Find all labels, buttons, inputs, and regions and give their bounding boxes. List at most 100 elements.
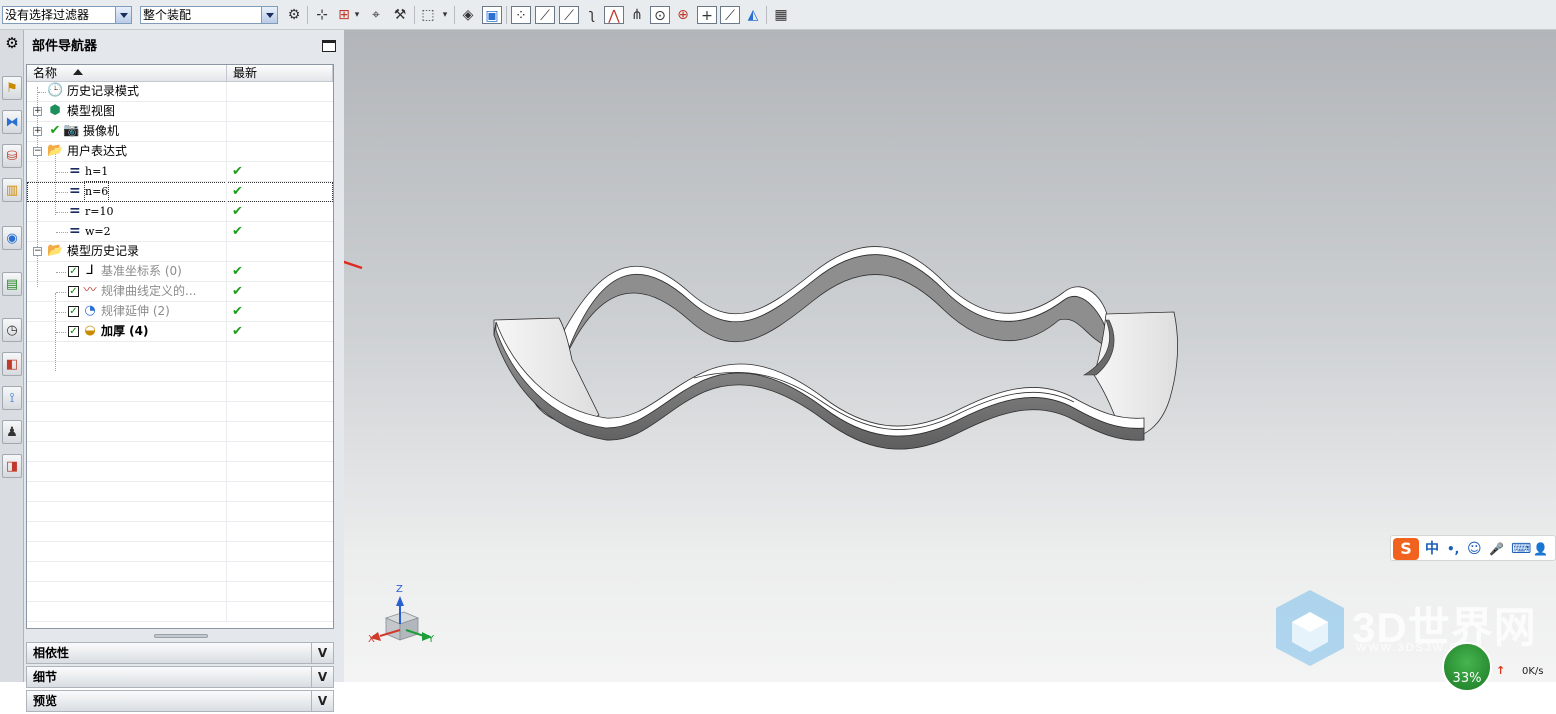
chevron-down-icon[interactable]: V: [311, 643, 333, 663]
mid-point-icon[interactable]: ⟋: [559, 6, 579, 24]
assembly-filter-icon[interactable]: ⚙: [284, 6, 304, 24]
selection-filter-dropdown[interactable]: 没有选择过滤器: [2, 6, 132, 24]
model-views-icon: ⬢: [49, 103, 61, 118]
select-body-icon[interactable]: ⚒: [390, 6, 410, 24]
upload-arrow-icon: ↑: [1496, 664, 1506, 677]
selection-scope-dropdown[interactable]: 整个装配: [140, 6, 278, 24]
emoji-icon[interactable]: ☺: [1467, 539, 1482, 559]
quadrant-point-icon[interactable]: ⊕: [673, 6, 693, 24]
panel-splitter[interactable]: [154, 634, 208, 638]
feature-checkbox[interactable]: ✓: [68, 326, 79, 337]
tree-row[interactable]: − 📂 模型历史记录: [27, 242, 333, 262]
part-navigator-icon[interactable]: ⛁: [2, 144, 22, 168]
tree-row-label: 用户表达式: [67, 144, 128, 158]
system-materials-icon[interactable]: ◧: [2, 352, 22, 376]
point-on-surface-icon[interactable]: ◭: [743, 6, 763, 24]
details-section[interactable]: 细节 V: [26, 666, 334, 688]
tree-row[interactable]: 🕒 历史记录模式: [27, 82, 333, 102]
ime-language-toggle[interactable]: 中: [1425, 539, 1439, 559]
shaded-view-icon[interactable]: ◈: [458, 6, 478, 24]
tree-row[interactable]: + ⬢ 模型视图: [27, 102, 333, 122]
empty-row: [27, 582, 333, 602]
tree-row[interactable]: = h=1 ✔: [27, 162, 333, 182]
chevron-down-icon[interactable]: [115, 7, 131, 23]
tree-row-label: n=6: [83, 181, 110, 202]
point-on-curve-icon[interactable]: ⟋: [720, 6, 740, 24]
reuse-library-icon[interactable]: ▥: [2, 178, 22, 202]
control-point-icon[interactable]: ʅ: [582, 6, 602, 24]
rectangle-select-icon[interactable]: ⬚: [418, 6, 438, 24]
gear-icon[interactable]: ⚙: [0, 34, 24, 52]
wavy-band-model[interactable]: [344, 30, 1556, 682]
select-feature-icon[interactable]: ⌖: [366, 6, 386, 24]
column-header-name[interactable]: 名称: [27, 65, 227, 82]
ime-punctuation-toggle[interactable]: •,: [1447, 539, 1459, 559]
graphics-window[interactable]: Z X Y: [344, 30, 1556, 682]
dependencies-section[interactable]: 相依性 V: [26, 642, 334, 664]
point-snap-icon[interactable]: ⁘: [511, 6, 531, 24]
empty-row: [27, 502, 333, 522]
microphone-icon[interactable]: 🎤: [1489, 539, 1504, 559]
folder-open-icon: 📂: [47, 243, 64, 258]
process-studio-icon[interactable]: ⟟: [2, 386, 22, 410]
ime-toolbar[interactable]: S 中 •, ☺ 🎤 ⌨ 👤: [1390, 535, 1556, 561]
check-icon: ✔: [49, 123, 61, 138]
circle-center-icon[interactable]: ⊙: [650, 6, 670, 24]
tree-row[interactable]: ✓ 〰 规律曲线定义的... ✔: [27, 282, 333, 302]
tree-row-label: 模型视图: [67, 104, 116, 118]
sogou-logo-icon[interactable]: S: [1393, 538, 1419, 560]
preview-section[interactable]: 预览 V: [26, 690, 334, 712]
toolbar-separator: [414, 6, 415, 24]
tree-row[interactable]: = r=10 ✔: [27, 202, 333, 222]
intersection-point-icon[interactable]: ⋀: [604, 6, 624, 24]
snap-point-icon[interactable]: ⊞: [334, 6, 354, 24]
feature-checkbox[interactable]: ✓: [68, 286, 79, 297]
chevron-down-icon[interactable]: ▾: [352, 6, 362, 24]
assembly-navigator-icon[interactable]: ⚑: [2, 76, 22, 100]
user-icon[interactable]: 👤: [1533, 539, 1548, 559]
annotation-arrow: [344, 260, 363, 270]
tree-row-label: 加厚 (4): [101, 324, 149, 338]
expand-icon[interactable]: +: [33, 127, 42, 136]
chevron-down-icon[interactable]: V: [311, 691, 333, 711]
solid-cube-icon[interactable]: ▣: [482, 6, 502, 24]
clock-icon: 🕒: [47, 83, 64, 98]
chevron-down-icon[interactable]: V: [311, 667, 333, 687]
tree-row[interactable]: ✓ ⅃ 基准坐标系 (0) ✔: [27, 262, 333, 282]
constraint-navigator-icon[interactable]: ⧓: [2, 110, 22, 134]
feature-checkbox[interactable]: ✓: [68, 266, 79, 277]
hd3d-tools-icon[interactable]: ◉: [2, 226, 22, 250]
tree-row-label: 摄像机: [83, 124, 120, 138]
expand-icon[interactable]: +: [33, 107, 42, 116]
network-usage-ball[interactable]: 33%: [1442, 642, 1492, 692]
tree-row-label: w=2: [85, 225, 111, 238]
tree-row[interactable]: ✓ ◔ 规律延伸 (2) ✔: [27, 302, 333, 322]
grid-icon[interactable]: ▦: [771, 6, 791, 24]
existing-point-icon[interactable]: +: [697, 6, 717, 24]
tree-row-selected[interactable]: = n=6 ✔: [27, 181, 333, 202]
tree-row[interactable]: = w=2 ✔: [27, 222, 333, 242]
end-point-icon[interactable]: ⟋: [535, 6, 555, 24]
roles-icon[interactable]: ♟: [2, 420, 22, 444]
feature-checkbox[interactable]: ✓: [68, 306, 79, 317]
general-selection-icon[interactable]: ⊹: [312, 6, 332, 24]
web-browser-icon[interactable]: ▤: [2, 272, 22, 296]
column-header-latest[interactable]: 最新: [227, 65, 333, 82]
system-scene-icon[interactable]: ◨: [2, 454, 22, 478]
tree-row[interactable]: + ✔ 📷 摄像机: [27, 122, 333, 142]
keyboard-icon[interactable]: ⌨: [1511, 539, 1531, 559]
collapse-icon[interactable]: −: [33, 247, 42, 256]
collapse-icon[interactable]: −: [33, 147, 42, 156]
history-icon[interactable]: ◷: [2, 318, 22, 342]
tree-row[interactable]: − 📂 用户表达式: [27, 142, 333, 162]
equals-icon: =: [69, 183, 81, 199]
arc-center-icon[interactable]: ⋔: [627, 6, 647, 24]
chevron-down-icon[interactable]: ▾: [440, 6, 450, 24]
maximize-icon[interactable]: [322, 40, 336, 52]
thicken-icon: ◒: [84, 323, 96, 338]
chevron-down-icon[interactable]: [261, 7, 277, 23]
network-meter-widget[interactable]: 33% ↑ 0K/s: [1440, 642, 1556, 692]
tree-row[interactable]: ✓ ◒ 加厚 (4) ✔: [27, 322, 333, 342]
axis-y-label: Y: [428, 634, 435, 645]
section-label: 相依性: [33, 646, 70, 660]
